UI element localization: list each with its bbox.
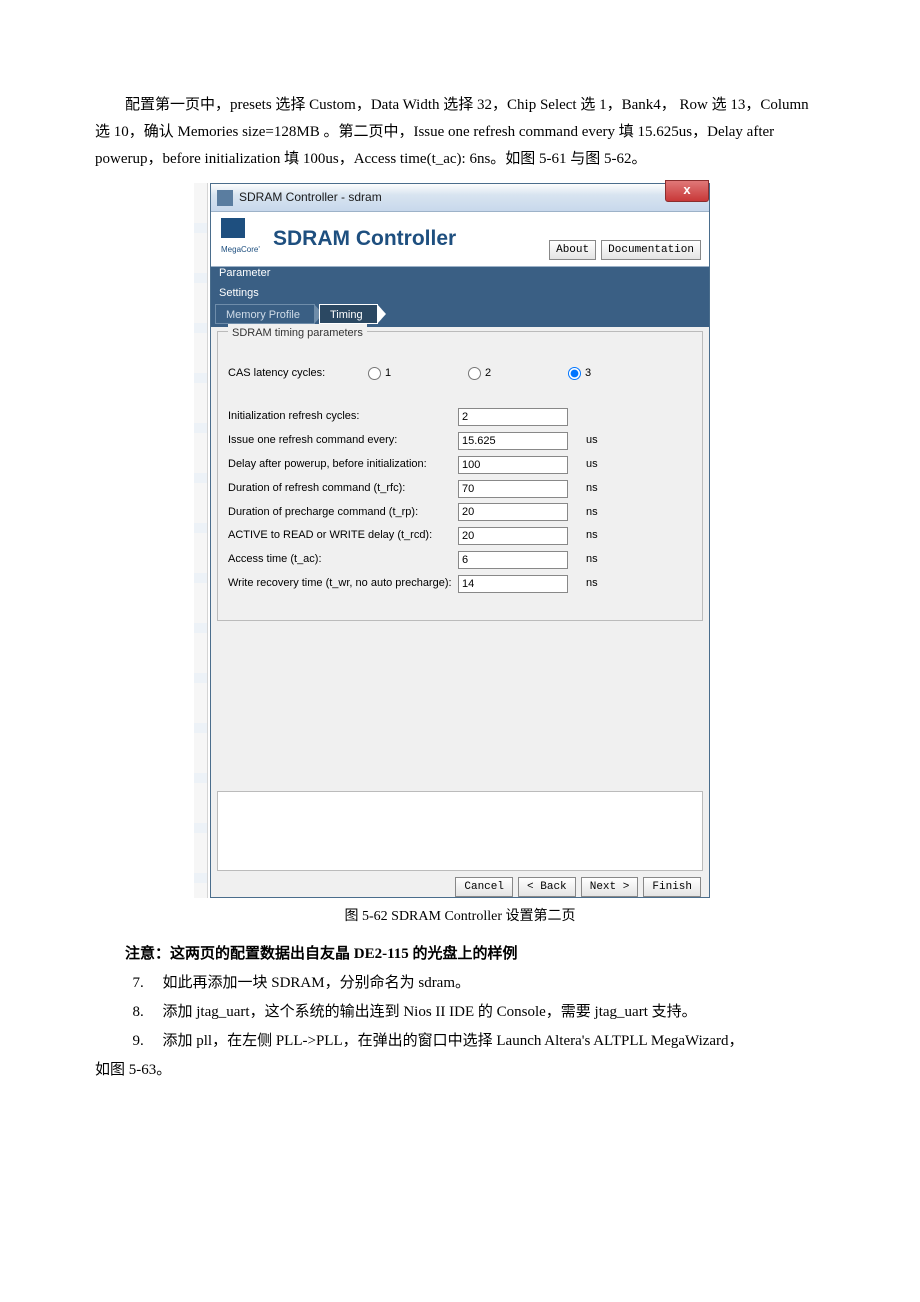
- figure-caption: 图 5-62 SDRAM Controller 设置第二页: [95, 904, 825, 929]
- paragraph-config-page1: 配置第一页中，presets 选择 Custom，Data Width 选择 3…: [95, 92, 825, 173]
- label-init-refresh: Initialization refresh cycles:: [228, 407, 458, 427]
- label-trfc: Duration of refresh command (t_rfc):: [228, 479, 458, 499]
- cas-option-3[interactable]: 3: [568, 364, 668, 384]
- row-tac: Access time (t_ac): ns: [228, 550, 692, 570]
- row-delay-powerup: Delay after powerup, before initializati…: [228, 455, 692, 475]
- step-7-num: 7.: [133, 970, 163, 997]
- blank-area: [217, 627, 703, 787]
- cas-option-1[interactable]: 1: [368, 364, 468, 384]
- cas-latency-row: CAS latency cycles: 1 2 3: [228, 364, 692, 384]
- unit-trfc: ns: [586, 479, 606, 499]
- tail-line: 如图 5-63。: [95, 1057, 825, 1084]
- label-trcd: ACTIVE to READ or WRITE delay (t_rcd):: [228, 526, 458, 546]
- row-trfc: Duration of refresh command (t_rfc): ns: [228, 479, 692, 499]
- unit-tac: ns: [586, 550, 606, 570]
- label-issue-refresh: Issue one refresh command every:: [228, 431, 458, 451]
- unit-delay-powerup: us: [586, 455, 606, 475]
- row-issue-refresh: Issue one refresh command every: us: [228, 431, 692, 451]
- row-twr: Write recovery time (t_wr, no auto prech…: [228, 574, 692, 594]
- note-line: 注意：这两页的配置数据出自友晶 DE2-115 的光盘上的样例: [95, 941, 825, 968]
- label-twr: Write recovery time (t_wr, no auto prech…: [228, 574, 458, 594]
- documentation-button[interactable]: Documentation: [601, 240, 701, 260]
- step-9: 9.添加 pll，在左侧 PLL->PLL，在弹出的窗口中选择 Launch A…: [133, 1028, 826, 1055]
- dialog-footer: Cancel < Back Next > Finish: [211, 875, 709, 897]
- parameter-settings-label: Parameter Settings: [219, 264, 270, 304]
- description-box: [217, 791, 703, 871]
- step-9-text: 添加 pll，在左侧 PLL->PLL，在弹出的窗口中选择 Launch Alt…: [163, 1028, 744, 1055]
- timing-parameters-group: SDRAM timing parameters CAS latency cycl…: [217, 331, 703, 621]
- crumb-memory-profile[interactable]: Memory Profile: [215, 304, 315, 324]
- step-7: 7.如此再添加一块 SDRAM，分别命名为 sdram。: [133, 970, 826, 997]
- dialog-header: MegaCore' SDRAM Controller About Documen…: [211, 212, 709, 267]
- background-sliver: [194, 183, 208, 898]
- input-init-refresh[interactable]: [458, 408, 568, 426]
- label-trp: Duration of precharge command (t_rp):: [228, 503, 458, 523]
- about-button[interactable]: About: [549, 240, 596, 260]
- opt3-label: 3: [585, 364, 591, 384]
- input-trcd[interactable]: [458, 527, 568, 545]
- back-button[interactable]: < Back: [518, 877, 576, 897]
- finish-button[interactable]: Finish: [643, 877, 701, 897]
- unit-trp: ns: [586, 503, 606, 523]
- input-issue-refresh[interactable]: [458, 432, 568, 450]
- step-8-num: 8.: [133, 999, 163, 1026]
- app-icon: [217, 190, 233, 206]
- crumb-timing[interactable]: Timing: [319, 304, 378, 324]
- step-8: 8.添加 jtag_uart，这个系统的输出连到 Nios II IDE 的 C…: [133, 999, 826, 1026]
- cas-latency-label: CAS latency cycles:: [228, 364, 368, 384]
- close-button[interactable]: x: [665, 180, 709, 202]
- step-7-text: 如此再添加一块 SDRAM，分别命名为 sdram。: [163, 970, 471, 997]
- window-titlebar[interactable]: SDRAM Controller - sdram x: [211, 184, 709, 212]
- cas-option-2[interactable]: 2: [468, 364, 568, 384]
- opt2-label: 2: [485, 364, 491, 384]
- row-trcd: ACTIVE to READ or WRITE delay (t_rcd): n…: [228, 526, 692, 546]
- next-button[interactable]: Next >: [581, 877, 639, 897]
- steps-list: 7.如此再添加一块 SDRAM，分别命名为 sdram。 8.添加 jtag_u…: [133, 970, 826, 1055]
- label-delay-powerup: Delay after powerup, before initializati…: [228, 455, 458, 475]
- megacore-logo-icon: [221, 218, 245, 238]
- dialog-title: SDRAM Controller: [273, 220, 456, 258]
- label-tac: Access time (t_ac):: [228, 550, 458, 570]
- megacore-logo-label: MegaCore': [221, 245, 260, 254]
- input-delay-powerup[interactable]: [458, 456, 568, 474]
- row-trp: Duration of precharge command (t_rp): ns: [228, 503, 692, 523]
- step-8-text: 添加 jtag_uart，这个系统的输出连到 Nios II IDE 的 Con…: [163, 999, 697, 1026]
- parameter-settings-tab[interactable]: Parameter Settings: [211, 267, 709, 301]
- opt1-label: 1: [385, 364, 391, 384]
- step-9-num: 9.: [133, 1028, 163, 1055]
- row-init-refresh: Initialization refresh cycles:: [228, 407, 692, 427]
- input-twr[interactable]: [458, 575, 568, 593]
- unit-issue-refresh: us: [586, 431, 606, 451]
- unit-twr: ns: [586, 574, 606, 594]
- group-title: SDRAM timing parameters: [228, 324, 367, 344]
- unit-trcd: ns: [586, 526, 606, 546]
- input-trfc[interactable]: [458, 480, 568, 498]
- sdram-controller-dialog: SDRAM Controller - sdram x MegaCore' SDR…: [210, 183, 710, 898]
- window-title: SDRAM Controller - sdram: [239, 187, 382, 209]
- cancel-button[interactable]: Cancel: [455, 877, 513, 897]
- input-tac[interactable]: [458, 551, 568, 569]
- input-trp[interactable]: [458, 503, 568, 521]
